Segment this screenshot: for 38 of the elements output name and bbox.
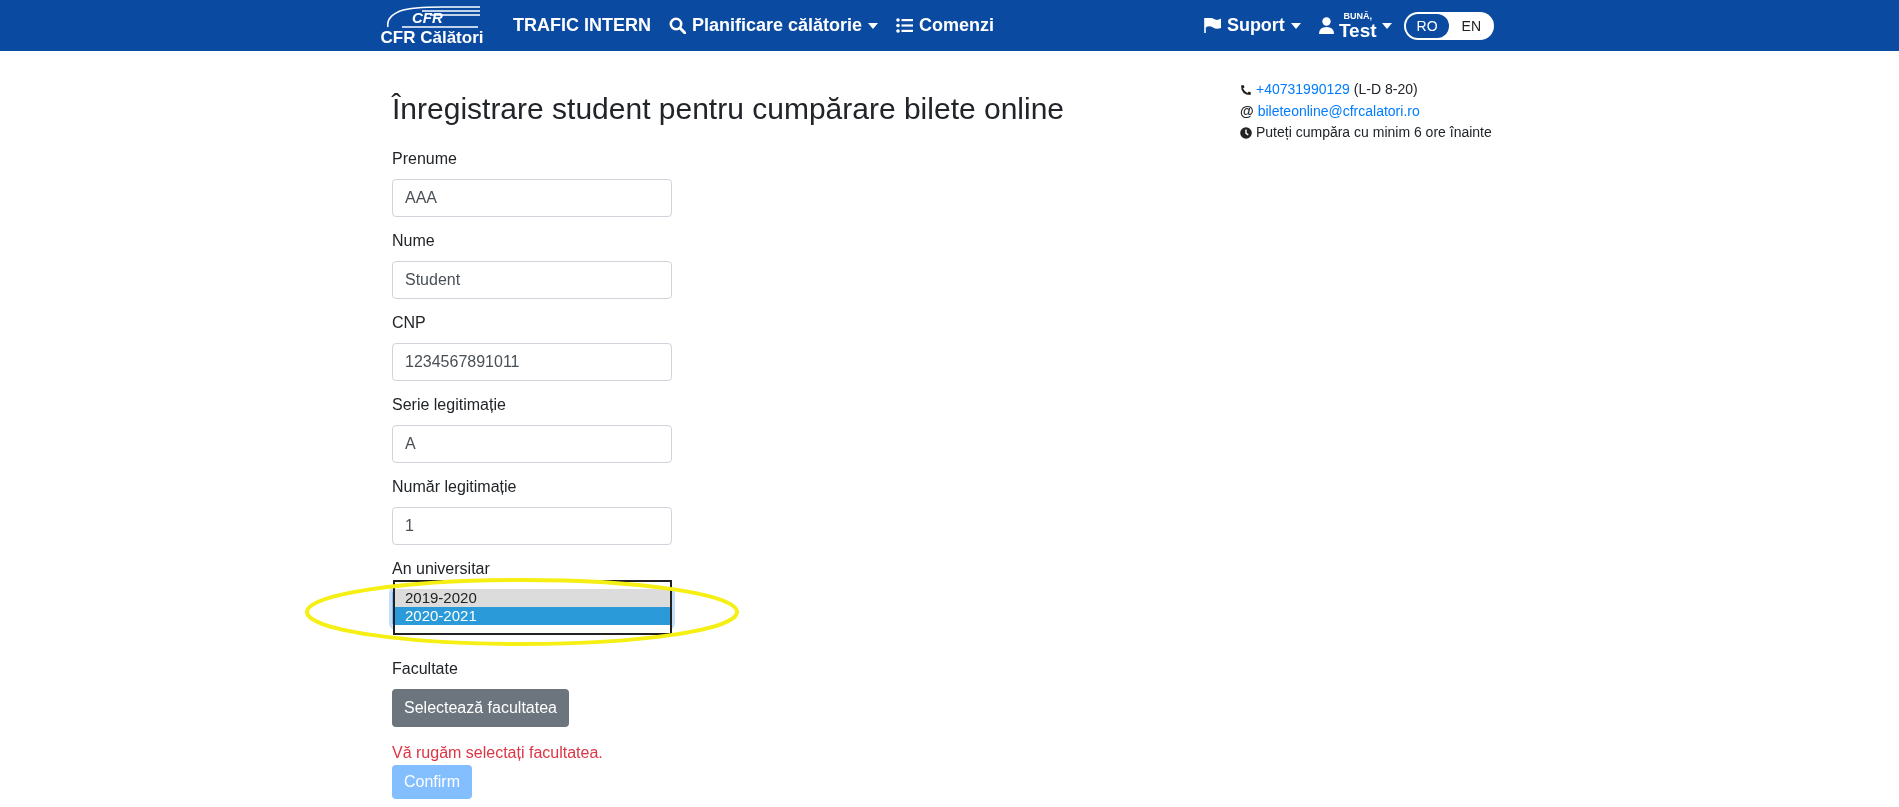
dropdown-option[interactable]: 2019-2020 xyxy=(395,589,670,607)
input-field[interactable]: Student xyxy=(392,261,672,299)
field-label: Nume xyxy=(392,231,436,251)
error-message: Vă rugăm selectați facultatea. xyxy=(392,743,604,763)
field-label: Facultate xyxy=(392,659,459,679)
field-label: Serie legitimație xyxy=(392,395,507,415)
nav-link[interactable]: TRAFIC INTERN xyxy=(513,15,651,36)
at-symbol: @ xyxy=(1240,101,1254,121)
clock-icon xyxy=(1240,126,1252,139)
list-icon xyxy=(896,18,914,33)
contact-link[interactable]: +40731990129 xyxy=(1256,79,1350,101)
logo-name[interactable]: CFR Călători xyxy=(380,28,484,47)
input-field[interactable]: 1 xyxy=(392,507,672,545)
input-field[interactable]: AAA xyxy=(392,179,672,217)
field-label: Prenume xyxy=(392,149,458,169)
language-option[interactable]: RO xyxy=(1405,13,1449,38)
select-faculty-button[interactable]: Selectează facultatea xyxy=(392,689,569,727)
page-title: Înregistrare student pentru cumpărare bilete online xyxy=(392,91,1066,127)
field-label: Număr legitimație xyxy=(392,477,518,497)
user-menu[interactable]: BUNĂ, Test xyxy=(1318,11,1392,40)
field-label: CNP xyxy=(392,313,427,333)
contact-text: Puteți cumpăra cu minim 6 ore înainte xyxy=(1256,123,1492,142)
caret-icon xyxy=(1381,22,1392,29)
input-field[interactable]: 1234567891011 xyxy=(392,343,672,381)
caret-icon xyxy=(868,22,879,29)
input-field[interactable]: A xyxy=(392,425,672,463)
search-icon xyxy=(669,17,686,34)
field-label: An universitar xyxy=(392,559,491,579)
logo-mark: CFR xyxy=(412,8,443,26)
support-menu[interactable]: Suport xyxy=(1203,15,1301,36)
nav-link[interactable]: Comenzi xyxy=(896,15,995,36)
contact-text: (L-D 8-20) xyxy=(1353,80,1418,99)
flag-icon xyxy=(1203,18,1221,33)
nav-link[interactable]: Planificare călătorie xyxy=(669,15,879,36)
phone-icon xyxy=(1240,83,1252,96)
user-icon xyxy=(1318,17,1334,34)
caret-icon xyxy=(1290,22,1301,29)
contact-link[interactable]: bileteonline@cfrcalatori.ro xyxy=(1257,100,1420,122)
